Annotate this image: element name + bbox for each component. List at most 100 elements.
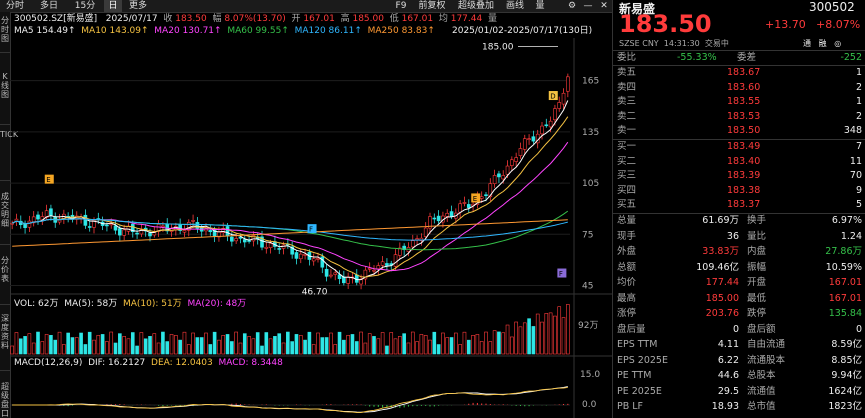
candle-body (367, 267, 372, 270)
overlay-button[interactable]: 超级叠加 (452, 0, 500, 12)
candle-body (316, 258, 320, 260)
side-tick[interactable]: TICK (0, 130, 18, 139)
bid-row[interactable]: 买四 183.38 9 (617, 185, 862, 197)
side-price-table[interactable]: 分价表 (0, 256, 10, 283)
volume-bar (316, 332, 320, 355)
side-super-book[interactable]: 超级盘口 (0, 382, 10, 418)
tab-more[interactable]: 更多 (124, 0, 152, 12)
candle-body (561, 92, 566, 105)
candle-body (544, 124, 549, 127)
target-icon[interactable]: ◎ (834, 39, 841, 48)
side-trades[interactable]: 成交明细 (0, 192, 10, 228)
price-tick: 45 (582, 281, 593, 291)
candle-body (268, 243, 273, 249)
close-icon[interactable]: ✕ (598, 0, 610, 12)
volume-bar (62, 344, 66, 355)
macd-chart (10, 386, 570, 414)
volume-bar (466, 339, 471, 355)
volume-bar (79, 332, 83, 355)
tab-daily[interactable]: 日 (104, 0, 122, 12)
bar-date: 2025/07/17 (105, 14, 158, 24)
volume-bar (307, 331, 312, 355)
volume-bar (212, 331, 217, 355)
candle-body (122, 229, 126, 236)
macd-legend: MACD(12,26,9) DIF: 16.2127 DEA: 12.0403 … (14, 358, 283, 368)
volume-bar (436, 344, 441, 355)
candle-body (242, 239, 247, 243)
volume-bar (152, 333, 157, 355)
side-kline[interactable]: K线图 (0, 72, 10, 99)
candle-body (195, 222, 200, 229)
adjust-button[interactable]: 前复权 (414, 0, 450, 12)
ask-row[interactable]: 卖五 183.67 1 (617, 67, 862, 79)
bar-avg: 177.44 (450, 14, 483, 24)
bid-row[interactable]: 买三 183.39 70 (617, 170, 862, 182)
candle-body (385, 263, 389, 266)
event-marker-label: F (309, 226, 313, 234)
tab-15min[interactable]: 15分 (68, 0, 102, 12)
minimize-icon[interactable]: — (582, 0, 594, 12)
volume-bar (148, 336, 152, 355)
volume-bar (126, 338, 131, 355)
price-pct: +8.07% (816, 18, 861, 31)
volume-bar (501, 332, 506, 355)
ma60-line (11, 210, 569, 251)
candle-body (320, 256, 325, 268)
bid-row[interactable]: 买一 183.49 7 (617, 141, 862, 153)
volume-bar (74, 337, 79, 355)
volume-bar (66, 332, 70, 355)
candle-body (522, 138, 527, 150)
candle-body (264, 246, 269, 249)
candle-body (27, 220, 32, 228)
stat-row: 总额 109.46亿 振幅 10.59% (617, 261, 862, 273)
volume-bar (135, 345, 139, 355)
candle-body (83, 214, 88, 226)
side-depth[interactable]: 深度资料 (0, 314, 10, 350)
draw-button[interactable]: 画线 (502, 0, 528, 12)
volume-bar (273, 336, 277, 355)
candle-body (161, 225, 165, 228)
volume-bar (333, 344, 338, 355)
high-mark: 185.00 (482, 43, 514, 53)
candle-body (333, 272, 338, 275)
tab-multiday[interactable]: 多日 (34, 0, 64, 12)
ask-row[interactable]: 卖三 183.55 1 (617, 96, 862, 108)
vol-tick: 92万 (578, 321, 598, 331)
volume-bar (139, 332, 144, 355)
volume-bar (342, 339, 346, 355)
f9-button[interactable]: F9 (392, 0, 410, 12)
volume-bar (346, 335, 350, 355)
tab-intraday[interactable]: 分时 (0, 0, 30, 12)
price-tick: 135 (582, 128, 599, 138)
volume-bar (165, 341, 170, 355)
ask-row[interactable]: 卖一 183.50 348 (617, 125, 862, 137)
candle-body (462, 202, 467, 204)
candle-body (135, 232, 139, 235)
candle-body (105, 224, 109, 227)
side-intraday[interactable]: 分时图 (0, 16, 10, 43)
stat-row: EPS 2025E 6.22 流通股本 8.85亿 (617, 354, 862, 366)
volume-bar (441, 332, 445, 355)
settings-icon[interactable]: ⚙ (566, 0, 578, 12)
volume-bar (113, 342, 118, 355)
volume-bar (247, 336, 251, 355)
candle-body (540, 125, 544, 135)
volume-bar (44, 334, 49, 355)
volume-bar (488, 341, 493, 355)
volume-bar (53, 339, 58, 355)
ask-row[interactable]: 卖四 183.60 2 (617, 82, 862, 94)
bid-row[interactable]: 买二 183.40 11 (617, 156, 862, 168)
volume-bar (350, 334, 355, 355)
volume-bar (566, 304, 570, 355)
event-marker-label: F (559, 270, 563, 278)
bid-row[interactable]: 买五 183.37 5 (617, 199, 862, 211)
volume-bar (557, 306, 562, 355)
volume-bar (255, 332, 260, 355)
stat-row: 现手 36 量比 1.24 (617, 230, 862, 242)
volume-bar (96, 335, 101, 355)
candle-body (445, 213, 450, 217)
ask-row[interactable]: 卖二 183.53 2 (617, 111, 862, 123)
candle-body (342, 276, 346, 284)
candle-body (548, 120, 553, 128)
volume-button[interactable]: 量 (532, 0, 548, 12)
